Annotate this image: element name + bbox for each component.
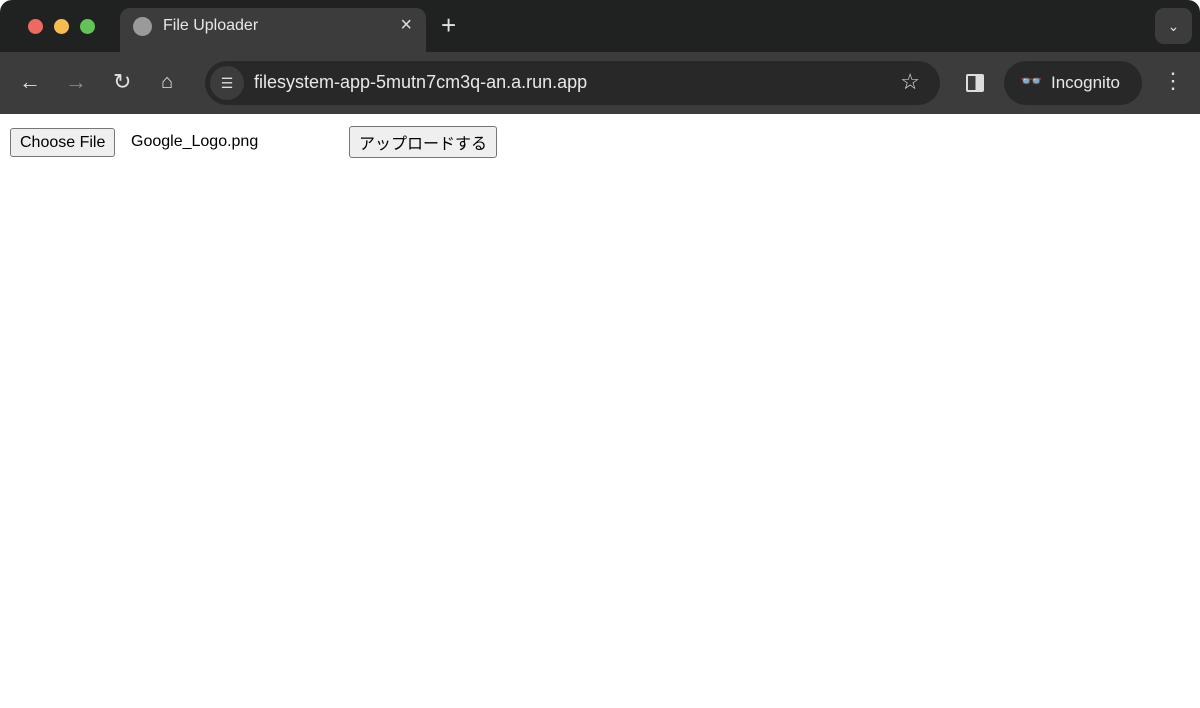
tab-file-uploader[interactable]: File Uploader × — [120, 8, 426, 54]
title-bar: File Uploader × + ⌄ — [0, 0, 1200, 54]
minimize-window-button[interactable] — [54, 19, 69, 34]
url-text[interactable]: filesystem-app-5mutn7cm3q-an.a.run.app — [254, 72, 587, 93]
star-icon[interactable]: ☆ — [900, 69, 920, 95]
maximize-window-button[interactable] — [80, 19, 95, 34]
incognito-button[interactable]: 👓 Incognito — [1004, 61, 1142, 105]
menu-icon[interactable]: ⋮ — [1162, 66, 1184, 96]
incognito-label: Incognito — [1051, 73, 1120, 92]
chevron-down-icon: ⌄ — [1167, 18, 1180, 34]
incognito-icon: 👓 — [1020, 71, 1043, 91]
tab-search-button[interactable]: ⌄ — [1155, 8, 1192, 44]
tab-close-icon[interactable]: × — [400, 14, 412, 37]
close-window-button[interactable] — [28, 19, 43, 34]
upload-button[interactable]: アップロードする — [349, 126, 498, 158]
side-panel-icon[interactable] — [966, 74, 984, 92]
toolbar: ← → ↻ ⌂ ☰ filesystem-app-5mutn7cm3q-an.a… — [0, 52, 1200, 114]
selected-file-name: Google_Logo.png — [131, 133, 259, 150]
home-icon[interactable]: ⌂ — [161, 68, 173, 96]
page-content: Choose File Google_Logo.png アップロードする — [0, 114, 1200, 708]
choose-file-button[interactable]: Choose File — [10, 128, 116, 157]
reload-icon[interactable]: ↻ — [113, 68, 131, 96]
site-settings-icon[interactable]: ☰ — [210, 66, 244, 100]
new-tab-button[interactable]: + — [441, 11, 456, 39]
address-bar[interactable]: ☰ filesystem-app-5mutn7cm3q-an.a.run.app… — [205, 61, 940, 105]
browser-window: File Uploader × + ⌄ ← → ↻ ⌂ ☰ filesystem… — [0, 0, 1200, 708]
globe-icon — [133, 17, 152, 36]
tab-title: File Uploader — [163, 17, 259, 34]
forward-icon[interactable]: → — [65, 68, 87, 96]
back-icon[interactable]: ← — [19, 68, 41, 96]
